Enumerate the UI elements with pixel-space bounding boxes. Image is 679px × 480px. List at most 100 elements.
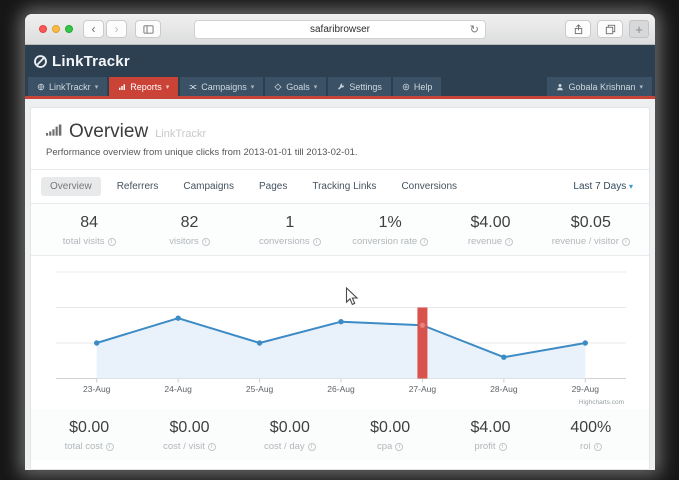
nav-item-label: Goals: [286, 82, 310, 92]
stat-label: total visitsi: [39, 236, 139, 247]
nav-item-label: Campaigns: [201, 82, 247, 92]
stat-label: roii: [541, 441, 641, 452]
new-tab-button[interactable]: +: [629, 20, 649, 38]
svg-text:24-Aug: 24-Aug: [164, 384, 192, 394]
stats-row-top: 84total visitsi82visitorsi1conversionsi1…: [31, 204, 649, 256]
tab-referrers[interactable]: Referrers: [108, 177, 168, 196]
stat-label: visitorsi: [139, 236, 239, 247]
target-icon: [274, 83, 282, 91]
forward-button[interactable]: ›: [106, 20, 127, 38]
stat-value: 1%: [340, 213, 440, 233]
stat-label: revenue / visitori: [541, 236, 641, 247]
nav-item-campaigns[interactable]: Campaigns ▾: [180, 77, 263, 96]
tab-tracking-links[interactable]: Tracking Links: [303, 177, 385, 196]
chevron-down-icon: ▾: [639, 83, 643, 91]
stat-label: total costi: [39, 441, 139, 452]
zoom-window-button[interactable]: [65, 25, 73, 33]
help-icon: [402, 83, 410, 91]
info-icon[interactable]: i: [202, 238, 210, 246]
show-tabs-button[interactable]: [597, 20, 623, 38]
stat-value: $0.00: [240, 418, 340, 438]
info-icon[interactable]: i: [106, 443, 114, 451]
share-button[interactable]: [565, 20, 591, 38]
info-icon[interactable]: i: [420, 238, 428, 246]
stat-label: cost / dayi: [240, 441, 340, 452]
chevron-down-icon: ▾: [95, 83, 99, 91]
stat-cost-visit: $0.00cost / visiti: [139, 418, 239, 452]
nav-item-help[interactable]: Help: [393, 77, 442, 96]
close-window-button[interactable]: [39, 25, 47, 33]
svg-text:28-Aug: 28-Aug: [490, 384, 518, 394]
desktop-background: ‹ › safaribrowser ↻ + LinkTrackr LinkTra…: [0, 0, 679, 480]
stat-value: 84: [39, 213, 139, 233]
stat-total-cost: $0.00total costi: [39, 418, 139, 452]
tab-campaigns[interactable]: Campaigns: [174, 177, 243, 196]
bar-chart-icon: [118, 83, 126, 91]
info-icon[interactable]: i: [594, 443, 602, 451]
visits-area-chart[interactable]: 23-Aug 24-Aug 25-Aug 26-Aug 27-Aug 28-Aug 29-A…: [56, 261, 626, 408]
shuffle-icon: [189, 83, 197, 91]
back-button[interactable]: ‹: [83, 20, 104, 38]
page-title: Overview: [69, 121, 148, 143]
minimize-window-button[interactable]: [52, 25, 60, 33]
info-icon[interactable]: i: [395, 443, 403, 451]
app-logo[interactable]: LinkTrackr: [33, 53, 130, 70]
stat-label: revenuei: [440, 236, 540, 247]
nav-item-goals[interactable]: Goals▾: [265, 77, 326, 96]
stat-value: 1: [240, 213, 340, 233]
nav-item-linktrackr[interactable]: LinkTrackr ▾: [28, 77, 107, 96]
reload-icon[interactable]: ↻: [470, 23, 479, 36]
page-title-suffix: LinkTrackr: [155, 128, 206, 140]
info-icon[interactable]: i: [505, 238, 513, 246]
nav-user-menu[interactable]: Gobala Krishnan ▾: [547, 77, 652, 96]
info-icon[interactable]: i: [313, 238, 321, 246]
tab-overview[interactable]: Overview: [41, 177, 101, 196]
sidebar-toggle-button[interactable]: [135, 20, 161, 38]
stat-revenue-visitor: $0.05 revenue / visitori: [541, 213, 641, 247]
stat-label: cost / visiti: [139, 441, 239, 452]
chart-credit: Highcharts.com: [579, 399, 624, 406]
date-range-dropdown[interactable]: Last 7 Days ▾: [573, 181, 639, 192]
report-tabs: Overview Referrers Campaigns Pages Tracking …: [31, 170, 649, 204]
date-range-label: Last 7 Days: [573, 181, 626, 192]
stat-value: $4.00: [440, 213, 540, 233]
stat-value: $0.05: [541, 213, 641, 233]
overview-chart-icon: [46, 123, 62, 137]
window-controls: [39, 25, 73, 33]
nav-item-label: Help: [414, 82, 433, 92]
chevron-down-icon: ▾: [166, 83, 170, 91]
info-icon[interactable]: i: [308, 443, 316, 451]
stat-label: profiti: [440, 441, 540, 452]
tab-conversions[interactable]: Conversions: [392, 177, 466, 196]
page-background: Overview LinkTrackr Performance overview…: [25, 99, 655, 470]
info-icon[interactable]: i: [208, 443, 216, 451]
chevron-down-icon: ▾: [251, 83, 255, 91]
nav-item-settings[interactable]: Settings: [328, 77, 391, 96]
stat-value: 400%: [541, 418, 641, 438]
toolbar-right-group: +: [565, 20, 649, 38]
wrench-icon: [337, 83, 345, 91]
address-bar[interactable]: safaribrowser ↻: [194, 20, 486, 39]
tabs-icon: [605, 24, 616, 35]
stat-conversions: 1 conversionsi: [240, 213, 340, 247]
svg-text:25-Aug: 25-Aug: [246, 384, 274, 394]
svg-text:23-Aug: 23-Aug: [83, 384, 111, 394]
chevron-down-icon: ▾: [629, 182, 633, 191]
nav-item-label: Reports: [130, 82, 162, 92]
nav-item-reports[interactable]: Reports ▾: [109, 77, 178, 96]
svg-text:29-Aug: 29-Aug: [572, 384, 600, 394]
info-icon[interactable]: i: [108, 238, 116, 246]
svg-text:26-Aug: 26-Aug: [327, 384, 355, 394]
chart-section: 23-Aug 24-Aug 25-Aug 26-Aug 27-Aug 28-Aug 29-A…: [31, 256, 649, 409]
report-card: Overview LinkTrackr Performance overview…: [30, 107, 650, 470]
info-icon[interactable]: i: [622, 238, 630, 246]
tab-pages[interactable]: Pages: [250, 177, 296, 196]
main-nav: LinkTrackr▾Reports▾Campaigns▾Goals▾Setti…: [25, 77, 655, 99]
stat-label: conversionsi: [240, 236, 340, 247]
nav-item-label: LinkTrackr: [49, 82, 91, 92]
info-icon[interactable]: i: [499, 443, 507, 451]
stat-conversion-rate: 1%conversion ratei: [340, 213, 440, 247]
svg-text:27-Aug: 27-Aug: [409, 384, 437, 394]
nav-user-label: Gobala Krishnan: [568, 82, 635, 92]
stat-profit: $4.00profiti: [440, 418, 540, 452]
